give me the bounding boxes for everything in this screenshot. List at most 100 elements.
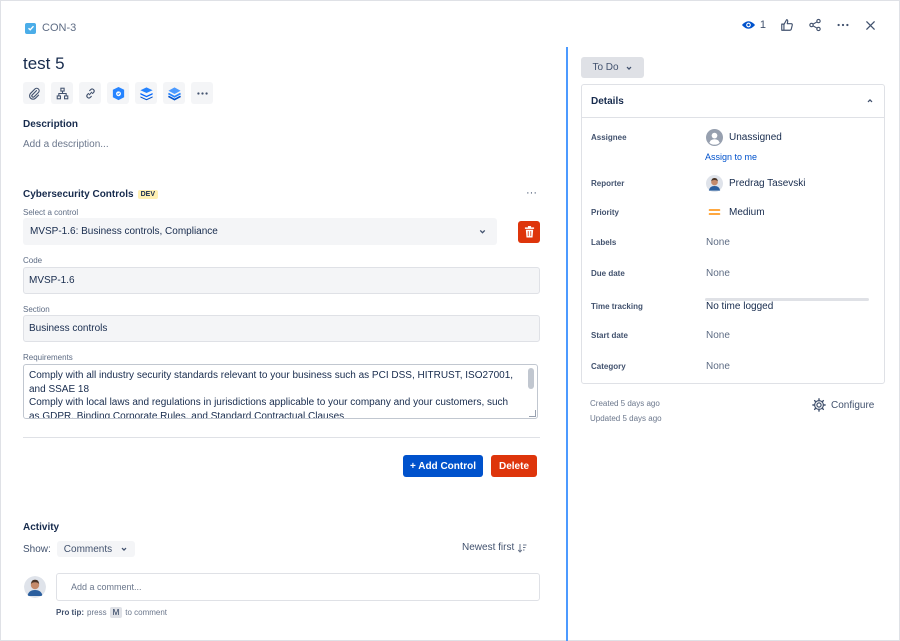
app-stack-icon: [139, 86, 153, 100]
due-date-label: Due date: [591, 269, 625, 278]
chevron-up-icon: [867, 99, 873, 103]
issue-toolbar: [23, 82, 213, 104]
control-select[interactable]: MVSP-1.6: Business controls, Compliance: [23, 218, 497, 245]
show-label: Show:: [23, 543, 51, 555]
priority-value[interactable]: Medium: [706, 206, 765, 218]
details-panel: Details Assignee Unassigned Assign to me…: [581, 84, 885, 384]
details-title: Details: [591, 95, 624, 107]
comment-input[interactable]: Add a comment...: [56, 573, 540, 601]
configure-label: Configure: [831, 399, 875, 411]
reporter-label: Reporter: [591, 179, 625, 188]
details-header[interactable]: Details: [582, 85, 884, 118]
activity-filter: Show: Comments: [23, 541, 136, 557]
gear-icon: [812, 398, 826, 412]
assignee-row: Assignee Unassigned: [591, 129, 881, 146]
app-layers-button[interactable]: [163, 82, 185, 104]
assignee-name: Unassigned: [729, 132, 782, 143]
reporter-value[interactable]: Predrag Tasevski: [706, 175, 806, 192]
code-field[interactable]: MVSP-1.6: [23, 267, 540, 294]
time-tracking-value[interactable]: No time logged: [706, 301, 773, 312]
dev-badge: DEV: [137, 190, 158, 199]
cybersecurity-more-button[interactable]: ···: [526, 187, 537, 199]
issue-title[interactable]: test 5: [23, 54, 65, 74]
requirements-resize-handle[interactable]: [529, 410, 536, 417]
child-issues-icon: [56, 87, 68, 99]
time-tracking-row: Time tracking No time logged: [591, 301, 881, 312]
reporter-name: Predrag Tasevski: [729, 178, 806, 189]
requirements-textarea[interactable]: Comply with all industry security standa…: [23, 364, 538, 419]
requirements-scrollbar[interactable]: [528, 368, 534, 389]
child-issues-button[interactable]: [51, 82, 73, 104]
attach-button[interactable]: [23, 82, 45, 104]
status-dropdown[interactable]: To Do: [581, 57, 644, 78]
chevron-down-icon: [121, 547, 127, 551]
due-date-value[interactable]: None: [706, 268, 730, 279]
pro-tip: Pro tip: press M to comment: [56, 607, 167, 618]
paperclip-icon: [28, 87, 40, 100]
requirements-line: as GDPR, Binding Corporate Rules, and St…: [29, 410, 345, 419]
labels-value[interactable]: None: [706, 237, 730, 248]
assignee-value[interactable]: Unassigned: [706, 129, 782, 146]
remove-control-button[interactable]: [518, 221, 540, 243]
chevron-down-icon: [626, 66, 632, 70]
time-tracking-bar: [705, 298, 869, 301]
time-tracking-label: Time tracking: [591, 302, 643, 311]
sort-order-button[interactable]: Newest first: [462, 542, 527, 553]
add-control-button[interactable]: + Add Control: [403, 455, 483, 477]
pro-tip-text: to comment: [125, 608, 168, 617]
select-control-label: Select a control: [23, 208, 79, 217]
reporter-row: Reporter Predrag Tasevski: [591, 175, 881, 192]
description-field[interactable]: Add a description...: [23, 139, 109, 150]
category-row: Category None: [591, 361, 881, 372]
activity-type-select[interactable]: Comments: [56, 541, 136, 557]
toolbar-more-button[interactable]: [191, 82, 213, 104]
issue-key-label[interactable]: CON-3: [42, 22, 76, 34]
link-icon: [85, 87, 95, 99]
cybersecurity-controls-heading: Cybersecurity Controls DEV: [23, 189, 158, 200]
app-layers-icon: [167, 86, 181, 101]
due-date-row: Due date None: [591, 268, 881, 279]
issue-sidebar: To Do Details Assignee Unassigned Assign…: [568, 1, 900, 641]
created-timestamp: Created 5 days ago: [590, 399, 660, 408]
labels-label: Labels: [591, 238, 617, 247]
code-label: Code: [23, 256, 43, 265]
chevron-down-icon: [479, 229, 486, 234]
cybersecurity-controls-title: Cybersecurity Controls: [23, 189, 134, 200]
issue-key-breadcrumb[interactable]: CON-3: [25, 22, 76, 34]
issue-main-panel: CON-3 test 5 Description Add a descripti…: [1, 1, 566, 641]
configure-button[interactable]: Configure: [812, 398, 874, 412]
app-shield-icon: [112, 86, 124, 100]
current-user-avatar: [24, 576, 46, 598]
category-value[interactable]: None: [706, 361, 730, 372]
requirements-line: and SSAE 18: [29, 383, 90, 395]
app-stack-button[interactable]: [135, 82, 157, 104]
start-date-value[interactable]: None: [706, 330, 730, 341]
priority-row: Priority Medium: [591, 206, 881, 218]
description-heading: Description: [23, 119, 79, 130]
pro-tip-text: press: [87, 608, 107, 617]
section-field[interactable]: Business controls: [23, 315, 540, 342]
control-select-value: MVSP-1.6: Business controls, Compliance: [30, 226, 218, 237]
link-issue-button[interactable]: [79, 82, 101, 104]
more-icon: [196, 91, 208, 95]
sort-icon: [518, 543, 527, 553]
issue-view: CON-3 test 5 Description Add a descripti…: [0, 0, 900, 641]
requirements-label: Requirements: [23, 353, 73, 362]
unassigned-avatar-icon: [706, 129, 723, 146]
assign-to-me-link[interactable]: Assign to me: [705, 152, 757, 162]
delete-button[interactable]: Delete: [491, 455, 537, 477]
start-date-row: Start date None: [591, 330, 881, 341]
app-shield-button[interactable]: [107, 82, 129, 104]
status-label: To Do: [592, 62, 619, 73]
activity-type-value: Comments: [63, 543, 113, 555]
task-type-icon: [25, 22, 36, 34]
labels-row: Labels None: [591, 237, 881, 248]
category-label: Category: [591, 362, 626, 371]
activity-heading: Activity: [23, 522, 60, 533]
start-date-label: Start date: [591, 331, 628, 340]
reporter-avatar: [706, 175, 723, 192]
updated-timestamp: Updated 5 days ago: [590, 414, 662, 423]
sort-order-label: Newest first: [462, 542, 515, 553]
priority-name: Medium: [729, 206, 765, 218]
assignee-label: Assignee: [591, 133, 627, 142]
